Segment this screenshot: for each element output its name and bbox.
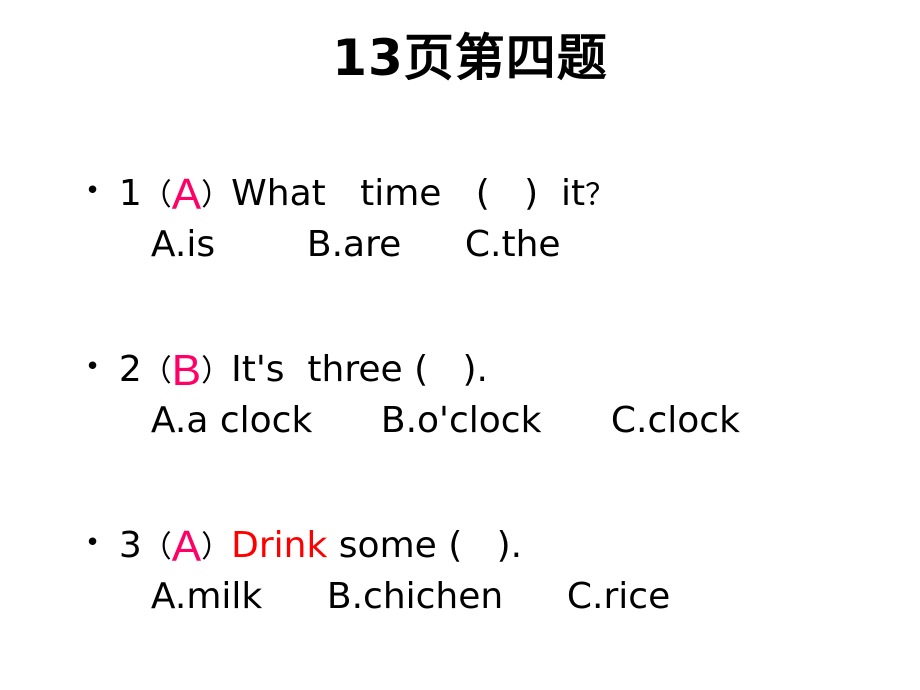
option-b: B.o'clock <box>380 400 542 441</box>
option-a: A.is <box>150 224 216 265</box>
bullet: • <box>84 176 101 206</box>
option-b: B.are <box>306 224 402 265</box>
option-a: A.milk <box>150 576 263 617</box>
option-c: C.the <box>464 224 561 265</box>
options-1: A.is B.are C.the <box>128 191 561 263</box>
option-b: B.chichen <box>326 576 504 617</box>
option-a: A.a clock <box>150 400 313 441</box>
question-end-mark: ？ <box>585 178 616 213</box>
bullet: • <box>84 352 101 382</box>
option-c: C.clock <box>610 400 740 441</box>
option-c: C.rice <box>566 576 671 617</box>
options-2: A.a clock B.o'clock C.clock <box>128 367 740 439</box>
page-title: 13页第四题 <box>332 29 608 87</box>
options-3: A.milk B.chichen C.rice <box>128 543 670 615</box>
bullet: • <box>84 528 101 558</box>
